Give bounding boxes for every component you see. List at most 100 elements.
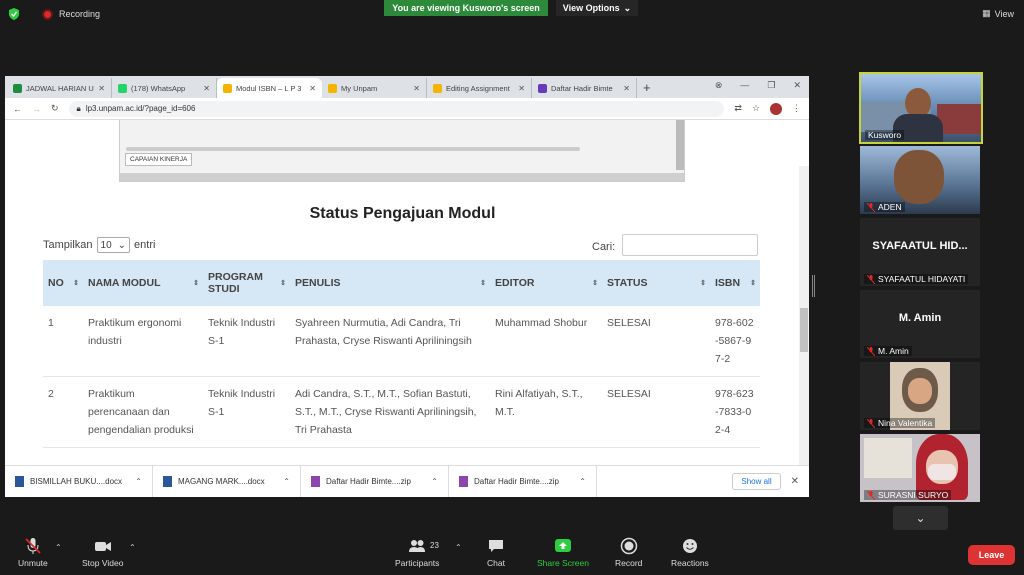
share-screen-icon [554, 539, 571, 552]
sort-icon[interactable]: ⇕ [750, 279, 756, 287]
chevron-up-icon[interactable]: ⌃ [431, 477, 438, 486]
chevron-up-icon[interactable]: ⌃ [579, 477, 586, 486]
scrollbar-thumb[interactable] [800, 308, 808, 352]
url-field[interactable]: 🔒︎ lp3.unpam.ac.id/?page_id=606 [68, 100, 725, 117]
close-icon[interactable]: ✕ [309, 84, 316, 93]
embed-horizontal-scrollbar[interactable] [120, 173, 684, 181]
participant-tile-nina[interactable]: Nina Valentika [860, 362, 980, 430]
download-item[interactable]: MAGANG MARK....docx ⌃ [153, 465, 301, 497]
recording-label: Recording [59, 9, 101, 19]
stop-video-button[interactable]: Stop Video [82, 537, 123, 568]
close-icon[interactable]: ✕ [203, 84, 210, 93]
embed-scrollbar[interactable] [126, 147, 580, 151]
reactions-button[interactable]: Reactions [671, 537, 709, 568]
record-button[interactable]: Record [615, 537, 642, 568]
cell-isbn: 978-602-5867-97-2 [710, 306, 760, 377]
sort-icon[interactable]: ⇕ [73, 279, 79, 287]
embed-vertical-scrollbar[interactable] [676, 120, 684, 170]
more-participants-button[interactable]: ⌄ [893, 506, 948, 530]
close-icon[interactable]: ✕ [413, 84, 420, 93]
col-header-editor[interactable]: EDITOR ⇕ [490, 260, 602, 306]
tab-title: Modul ISBN – L P 3 [236, 83, 302, 93]
sort-icon[interactable]: ⇕ [280, 279, 286, 287]
leave-button[interactable]: Leave [968, 545, 1015, 565]
sort-icon[interactable]: ⇕ [480, 279, 486, 287]
capaian-kinerja-button[interactable]: CAPAIAN KINERJA [125, 153, 193, 166]
word-file-icon [15, 476, 24, 487]
cell-no: 1 [43, 306, 83, 377]
table-header-row: NO ⇕ NAMA MODUL ⇕ PROGRAM STUDI ⇕ PENULIS ⇕ … [43, 260, 760, 306]
show-label: Tampilkan [43, 239, 93, 251]
share-screen-button[interactable]: Share Screen [537, 537, 589, 568]
participant-tile-kusworo[interactable]: Kusworo [859, 72, 983, 144]
participant-video [894, 150, 944, 204]
download-item[interactable]: BISMILLAH BUKU....docx ⌃ [5, 465, 153, 497]
download-item[interactable]: Daftar Hadir Bimte....zip ⌃ [449, 465, 597, 497]
site-icon [433, 83, 442, 93]
maximize-icon[interactable]: ❐ [767, 80, 775, 91]
lock-icon: 🔒︎ [76, 103, 81, 113]
sort-icon[interactable]: ⇕ [592, 279, 598, 287]
close-downloads-icon[interactable]: ✕ [791, 476, 799, 487]
sort-icon[interactable]: ⇕ [193, 279, 199, 287]
tab-title: Daftar Hadir Bimte [551, 83, 613, 93]
sort-icon[interactable]: ⇕ [700, 279, 706, 287]
chat-button[interactable]: Chat [487, 537, 505, 568]
star-icon[interactable]: ☆ [752, 103, 760, 114]
close-icon[interactable]: ✕ [623, 84, 630, 93]
participant-tile-surasni[interactable]: SURASNI SURYO [860, 434, 980, 502]
tab-modul-isbn[interactable]: Modul ISBN – L P 3 ✕ [217, 78, 322, 98]
video-options-caret[interactable]: ⌃ [129, 543, 136, 552]
col-header-status[interactable]: STATUS ⇕ [602, 260, 710, 306]
participant-name: Nina Valentika [864, 418, 936, 428]
col-header-program-studi[interactable]: PROGRAM STUDI ⇕ [203, 260, 290, 306]
translate-icon[interactable]: ⇄ [734, 103, 742, 114]
tab-editing-assignment[interactable]: Editing Assignment ✕ [427, 78, 532, 98]
col-header-isbn[interactable]: ISBN ⇕ [710, 260, 760, 306]
zip-file-icon [459, 476, 468, 487]
download-item[interactable]: Daftar Hadir Bimte....zip ⌃ [301, 465, 449, 497]
search-input[interactable] [622, 234, 758, 256]
page-scrollbar[interactable] [799, 166, 809, 475]
chevron-up-icon[interactable]: ⌃ [135, 477, 142, 486]
entries-select[interactable]: 10 ⌄ [96, 237, 131, 253]
record-label: Record [615, 558, 643, 568]
profile-avatar[interactable] [770, 102, 782, 115]
close-window-icon[interactable]: ✕ [793, 80, 801, 91]
tab-my-unpam[interactable]: My Unpam ✕ [322, 78, 427, 98]
col-header-no[interactable]: NO ⇕ [43, 260, 83, 306]
video-camera-icon [94, 542, 111, 551]
minimize-icon[interactable]: — [740, 80, 749, 91]
reload-icon[interactable]: ↻ [51, 103, 59, 114]
panel-resize-handle[interactable] [812, 275, 815, 297]
col-header-penulis[interactable]: PENULIS ⇕ [290, 260, 490, 306]
forward-icon[interactable]: → [32, 104, 41, 114]
view-options-button[interactable]: View Options ⌄ [556, 0, 638, 16]
view-button[interactable]: ▦ View [982, 8, 1014, 19]
unmute-button[interactable]: Unmute [18, 537, 48, 568]
sheets-icon [13, 83, 22, 93]
muted-mic-icon [867, 202, 875, 212]
participant-tile-m-amin[interactable]: M. Amin M. Amin [860, 290, 980, 358]
participants-options-caret[interactable]: ⌃ [455, 543, 462, 552]
participant-name: Kusworo [865, 130, 905, 140]
tab-jadwal[interactable]: JADWAL HARIAN U ✕ [7, 78, 112, 98]
tab-daftar-hadir[interactable]: Daftar Hadir Bimte ✕ [532, 78, 637, 98]
close-icon[interactable]: ✕ [98, 84, 105, 93]
downloads-bar: BISMILLAH BUKU....docx ⌃ MAGANG MARK....d… [5, 465, 809, 497]
audio-options-caret[interactable]: ⌃ [55, 543, 62, 552]
back-icon[interactable]: ← [13, 104, 22, 114]
col-header-nama-modul[interactable]: NAMA MODUL ⇕ [83, 260, 203, 306]
participant-tile-syafaatul[interactable]: SYAFAATUL HID... SYAFAATUL HIDAYATI [860, 218, 980, 286]
chevron-up-icon[interactable]: ⌃ [283, 477, 290, 486]
show-all-button[interactable]: Show all [732, 473, 781, 490]
menu-kebab-icon[interactable]: ⋮ [792, 103, 801, 114]
cell-status: SELESAI [602, 376, 710, 448]
close-icon[interactable]: ✕ [518, 84, 525, 93]
tab-whatsapp[interactable]: (178) WhatsApp ✕ [112, 78, 217, 98]
new-tab-button[interactable]: + [637, 78, 657, 98]
participant-tile-aden[interactable]: ADEN [860, 146, 980, 214]
shield-icon [9, 8, 19, 20]
page-content: CAPAIAN KINERJA Status Pengajuan Modul T… [5, 120, 809, 475]
record-tab-icon[interactable]: ⊗ [715, 80, 723, 91]
